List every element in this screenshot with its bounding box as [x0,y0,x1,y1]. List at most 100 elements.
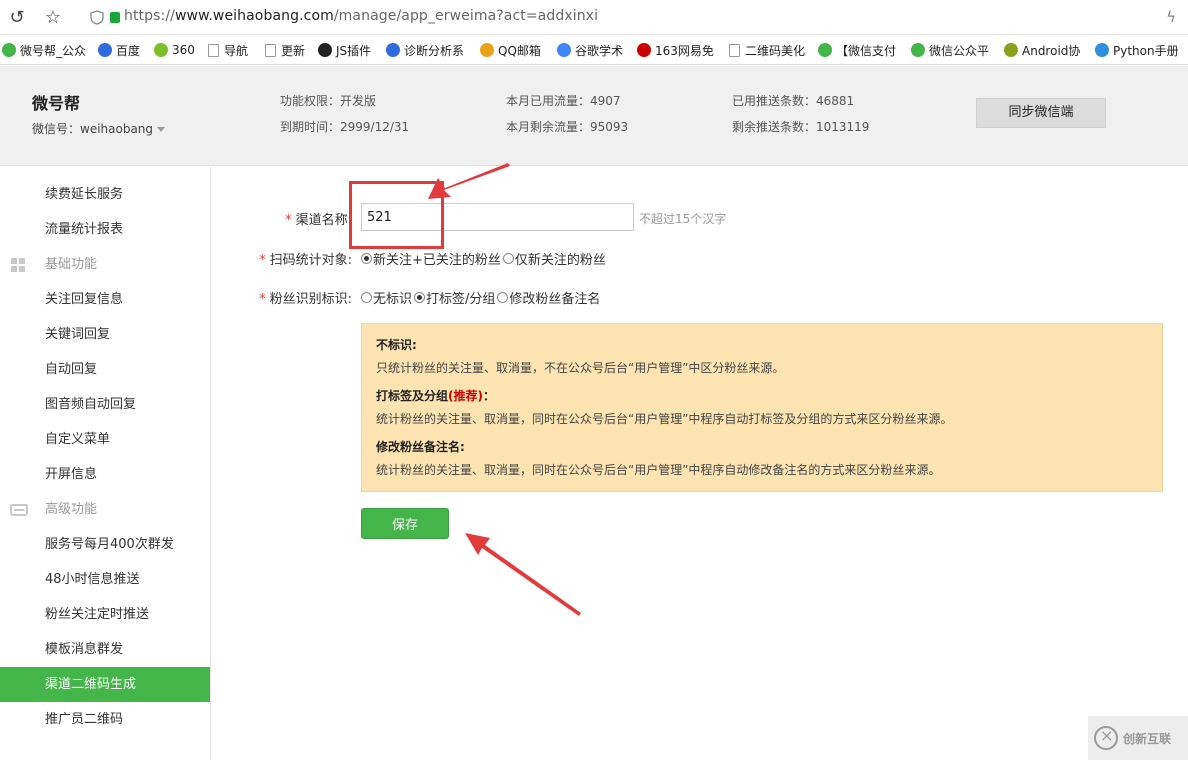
sidebar-group-header: 高级功能 [0,492,210,527]
bookmarks-bar: 微号帮_公众 百度 360 导航 更新 JS插件 诊断分析系 QQ邮箱 谷歌学术 163网易免 二维… [0,35,1188,65]
star-icon[interactable]: ☆ [42,7,64,29]
radio-button[interactable] [414,292,426,303]
wechat-icon [2,43,16,57]
chevron-down-icon [157,127,166,132]
wechat-id-label: 微信号：weihaobang [32,122,154,136]
sidebar-item[interactable]: 开屏信息 [0,457,210,492]
bookmark-label: 更新 [281,43,306,58]
js-icon [318,43,332,57]
sidebar-item-label: 流量统计报表 [45,222,124,237]
sidebar-item-label: 推广员二维码 [45,712,124,727]
bookmark-label: QQ邮箱 [498,43,541,58]
scan-target-option-label: 仅新关注的粉丝 [514,253,606,268]
bookmark-item[interactable]: 更新 [265,41,305,59]
bookmark-label: 导航 [224,43,249,58]
android-icon [1004,43,1018,57]
sidebar-item[interactable]: 自动回复 [0,352,210,387]
doc-icon [208,43,219,57]
sidebar-item[interactable]: 粉丝关注定时推送 [0,597,210,632]
bookmark-item[interactable]: 二维码美化 [729,41,805,59]
diag-icon [386,43,400,57]
sidebar-item[interactable]: 关键词回复 [0,317,210,352]
bookmark-label: 微信公众平 [929,43,990,58]
bookmark-item[interactable]: 360 [154,41,195,59]
app-header: 微号帮 微信号：weihaobang 功能权限：开发版 到期时间：2999/12… [0,66,1188,166]
bookmark-item[interactable]: Android协 [1004,41,1080,59]
shield-icon [90,10,104,25]
channel-name-hint: 不超过15个汉字 [639,212,727,226]
bookmark-item[interactable]: QQ邮箱 [480,41,541,59]
sidebar-item[interactable]: 流量统计报表 [0,212,210,247]
fan-mark-option-label: 无标识 [373,292,413,307]
url-prefix: https:// [124,8,175,24]
sidebar-item-active[interactable]: 渠道二维码生成 [0,667,210,702]
doc-icon [729,43,740,57]
sidebar-item[interactable]: 图音频自动回复 [0,387,210,422]
bookmark-label: 二维码美化 [745,43,806,58]
info-text-remark: 统计粉丝的关注量、取消量，同时在公众号后台“用户管理”中程序自动修改备注名的方式… [376,463,941,477]
bookmark-item[interactable]: 微信公众平 [911,41,989,59]
lightning-icon[interactable]: ϟ [1166,8,1176,26]
sidebar-item[interactable]: 自定义菜单 [0,422,210,457]
sidebar-item-label: 图音频自动回复 [45,397,137,412]
scan-target-label: * 扫码统计对象: [259,253,352,268]
fan-mark-option-label: 打标签/分组 [426,292,496,307]
channel-name-input[interactable] [361,203,634,231]
save-button[interactable]: 保存 [361,508,449,539]
browser-address-bar: ↺ ☆ https://www.weihaobang.com/manage/ap… [0,0,1188,35]
doc-icon [265,43,276,57]
bookmark-item[interactable]: 诊断分析系 [386,41,464,59]
scan-target-radio-group: 新关注+已关注的粉丝 仅新关注的粉丝 [361,249,608,268]
bookmark-item[interactable]: 谷歌学术 [557,41,623,59]
watermark-logo-icon [1094,726,1118,750]
bookmark-label: JS插件 [336,43,372,58]
radio-button[interactable] [497,292,509,303]
sidebar-item-label: 基础功能 [45,257,98,272]
watermark-text: 创新互联 [1123,731,1172,746]
sidebar-item[interactable]: 关注回复信息 [0,282,210,317]
fan-mark-option[interactable]: 无标识 [361,288,412,307]
sidebar-item[interactable]: 推广员二维码 [0,702,210,737]
sync-wechat-button[interactable]: 同步微信端 [976,98,1106,128]
360-icon [154,43,168,57]
sidebar-item[interactable]: 模板消息群发 [0,632,210,667]
bookmark-item[interactable]: 【微信支付 [818,41,896,59]
scan-target-option[interactable]: 新关注+已关注的粉丝 [361,249,501,268]
recommend-badge: (推荐) [448,389,483,403]
sidebar: 续费延长服务 流量统计报表 基础功能关注回复信息 关键词回复自动回复图音频自动回复自定… [0,167,211,760]
bookmark-item[interactable]: Python手册 [1095,41,1179,59]
refresh-icon[interactable]: ↺ [6,7,28,29]
bookmark-item[interactable]: JS插件 [318,41,371,59]
sidebar-item-label: 关键词回复 [45,327,111,342]
bookmark-label: 百度 [116,43,141,58]
watermark: 创新互联 [1088,716,1188,760]
python-icon [1095,43,1109,57]
sidebar-item-label: 粉丝关注定时推送 [45,607,150,622]
radio-button[interactable] [502,253,514,264]
fan-mark-label: * 粉丝识别标识: [259,292,352,307]
bookmark-item[interactable]: 微号帮_公众 [2,41,86,59]
fan-mark-option[interactable]: 修改粉丝备注名 [497,288,600,307]
lock-icon [110,12,120,23]
sidebar-group-header: 基础功能 [0,247,210,282]
fan-mark-option[interactable]: 打标签/分组 [414,288,495,307]
radio-button[interactable] [361,292,372,303]
bookmark-item[interactable]: 163网易免 [637,41,714,59]
sidebar-item-label: 关注回复信息 [45,292,124,307]
sidebar-item-label: 续费延长服务 [45,187,124,202]
bookmark-label: Android协 [1022,43,1081,58]
inbox-icon [10,504,28,516]
sidebar-item[interactable]: 续费延长服务 [0,177,210,212]
sidebar-item-label: 开屏信息 [45,467,98,482]
scan-target-option[interactable]: 仅新关注的粉丝 [502,249,606,268]
sidebar-item-label: 高级功能 [45,502,98,517]
bookmark-item[interactable]: 百度 [98,41,140,59]
url-field[interactable]: https://www.weihaobang.com/manage/app_er… [124,8,598,24]
info-box: 不标识: 只统计粉丝的关注量、取消量，不在公众号后台“用户管理”中区分粉丝来源。… [361,323,1163,492]
bookmark-label: 360 [172,43,195,57]
sidebar-item[interactable]: 服务号每月400次群发 [0,527,210,562]
radio-button[interactable] [361,253,372,264]
wechat-id-dropdown[interactable]: 微信号：weihaobang [32,120,166,137]
sidebar-item[interactable]: 48小时信息推送 [0,562,210,597]
bookmark-item[interactable]: 导航 [208,41,248,59]
